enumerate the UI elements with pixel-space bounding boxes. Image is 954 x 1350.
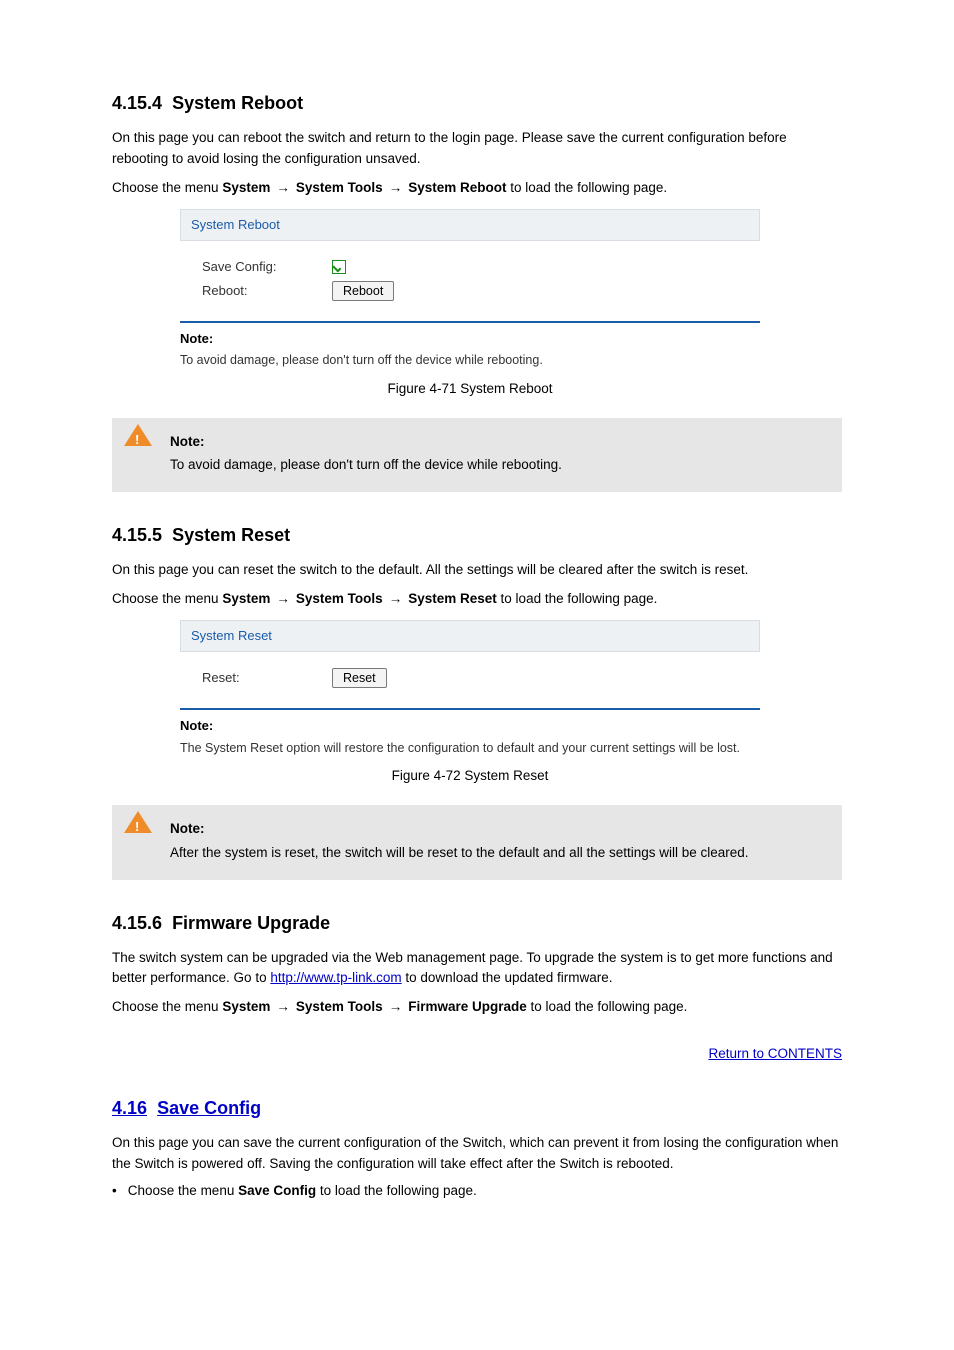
reset-figure: System Reset Reset: Reset Note: The Syst…: [180, 620, 842, 758]
note-title: Note:: [180, 716, 760, 736]
reboot-figure: System Reboot Save Config: Reboot: Reboo…: [180, 209, 842, 371]
tp-link-url[interactable]: http://www.tp-link.com: [270, 970, 401, 985]
callout-title: Note:: [170, 819, 822, 840]
firmware-breadcrumb: Choose the menu System → System Tools → …: [112, 997, 842, 1018]
save-bullet-a: Choose the menu: [128, 1183, 238, 1198]
crumb-part-1: System: [222, 180, 270, 195]
divider: [180, 708, 760, 710]
section-heading-firmware: 4.15.6 Firmware Upgrade: [112, 910, 842, 938]
crumb-tail: to load the following page.: [501, 591, 658, 606]
save-config-label: Save Config:: [202, 257, 332, 277]
bullet-icon: •: [112, 1181, 124, 1202]
reboot-warning-callout: Note: To avoid damage, please don't turn…: [112, 418, 842, 493]
arrow-icon: →: [274, 589, 292, 610]
reset-breadcrumb: Choose the menu System → System Tools → …: [112, 589, 842, 610]
crumb-part-3: System Reset: [408, 591, 497, 606]
panel-title-reset: System Reset: [180, 620, 760, 652]
save-bullet-c: to load the following page.: [320, 1183, 477, 1198]
heading-text: System Reboot: [172, 93, 303, 113]
heading-number: 4.15.6: [112, 913, 162, 933]
reset-button[interactable]: Reset: [332, 668, 387, 688]
heading-number-link[interactable]: 4.16: [112, 1098, 147, 1118]
crumb-label: Choose the menu: [112, 999, 219, 1014]
note-text: To avoid damage, please don't turn off t…: [180, 351, 760, 370]
crumb-part-3: System Reboot: [408, 180, 506, 195]
crumb-part-1: System: [222, 999, 270, 1014]
reboot-button[interactable]: Reboot: [332, 281, 394, 301]
reboot-label: Reboot:: [202, 281, 332, 301]
save-bullet: • Choose the menu Save Config to load th…: [112, 1181, 842, 1202]
section-heading-reboot: 4.15.4 System Reboot: [112, 90, 842, 118]
section-heading-save: 4.16 Save Config: [112, 1095, 842, 1123]
arrow-icon: →: [274, 178, 292, 199]
warning-triangle-icon: [124, 424, 152, 446]
save-bullet-b: Save Config: [238, 1183, 316, 1198]
heading-text: System Reset: [172, 525, 290, 545]
heading-text: Firmware Upgrade: [172, 913, 330, 933]
reboot-intro: On this page you can reboot the switch a…: [112, 128, 842, 170]
arrow-icon: →: [386, 997, 404, 1018]
firmware-text-b: to download the updated firmware.: [405, 970, 612, 985]
crumb-part-2: System Tools: [296, 591, 383, 606]
divider: [180, 321, 760, 323]
save-intro: On this page you can save the current co…: [112, 1133, 842, 1175]
crumb-tail: to load the following page.: [510, 180, 667, 195]
crumb-part-1: System: [222, 591, 270, 606]
firmware-intro: The switch system can be upgraded via th…: [112, 948, 842, 990]
return-link-row: Return to CONTENTS: [112, 1044, 842, 1065]
crumb-label: Choose the menu: [112, 591, 219, 606]
note-title: Note:: [180, 329, 760, 349]
arrow-icon: →: [386, 589, 404, 610]
note-text: The System Reset option will restore the…: [180, 739, 760, 758]
arrow-icon: →: [274, 997, 292, 1018]
return-to-contents-link[interactable]: Return to CONTENTS: [708, 1046, 842, 1061]
section-heading-reset: 4.15.5 System Reset: [112, 522, 842, 550]
figure-caption-reboot: Figure 4-71 System Reboot: [180, 379, 760, 400]
panel-title-reboot: System Reboot: [180, 209, 760, 241]
heading-number: 4.15.5: [112, 525, 162, 545]
reboot-breadcrumb: Choose the menu System → System Tools → …: [112, 178, 842, 199]
crumb-tail: to load the following page.: [531, 999, 688, 1014]
crumb-part-3: Firmware Upgrade: [408, 999, 527, 1014]
figure-caption-reset: Figure 4-72 System Reset: [180, 766, 760, 787]
callout-text: After the system is reset, the switch wi…: [170, 843, 822, 864]
heading-number: 4.15.4: [112, 93, 162, 113]
crumb-label: Choose the menu: [112, 180, 219, 195]
reset-warning-callout: Note: After the system is reset, the swi…: [112, 805, 842, 880]
warning-triangle-icon: [124, 811, 152, 833]
save-config-checkbox[interactable]: [332, 260, 346, 274]
callout-text: To avoid damage, please don't turn off t…: [170, 455, 822, 476]
crumb-part-2: System Tools: [296, 999, 383, 1014]
heading-text-link[interactable]: Save Config: [157, 1098, 261, 1118]
callout-title: Note:: [170, 432, 822, 453]
reset-label: Reset:: [202, 668, 332, 688]
arrow-icon: →: [386, 178, 404, 199]
crumb-part-2: System Tools: [296, 180, 383, 195]
reset-intro: On this page you can reset the switch to…: [112, 560, 842, 581]
